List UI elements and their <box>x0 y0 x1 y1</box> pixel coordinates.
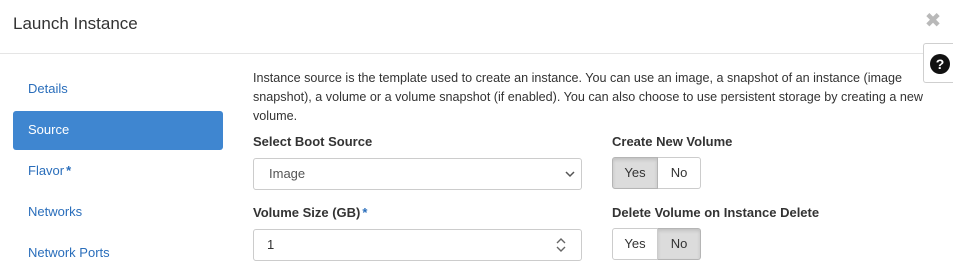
boot-source-select[interactable]: Image <box>253 158 582 190</box>
nav-item-source[interactable]: Source <box>13 111 223 150</box>
help-button[interactable]: ? <box>923 43 953 83</box>
nav-item-network-ports[interactable]: Network Ports <box>13 234 223 273</box>
delete-volume-toggle: Yes No <box>612 228 701 260</box>
nav-item-networks[interactable]: Networks <box>13 193 223 232</box>
nav-item-label: Networks <box>28 204 83 219</box>
source-description: Instance source is the template used to … <box>253 71 923 123</box>
create-volume-yes-button[interactable]: Yes <box>612 157 658 189</box>
wizard-nav: Details Source Flavor * Networks Network … <box>13 70 223 275</box>
volume-size-label: Volume Size (GB) * <box>253 205 367 220</box>
required-marker: * <box>362 205 368 220</box>
nav-item-label: Network Ports <box>28 245 110 260</box>
volume-size-label-text: Volume Size (GB) <box>253 205 361 220</box>
create-volume-no-button[interactable]: No <box>658 157 701 189</box>
spinner-arrows-icon[interactable] <box>555 237 567 253</box>
modal-header: Launch Instance ✖ <box>0 0 953 54</box>
volume-size-input[interactable]: 1 <box>253 229 582 261</box>
nav-item-flavor[interactable]: Flavor * <box>13 152 223 191</box>
nav-item-label: Flavor <box>28 163 65 178</box>
chevron-down-icon <box>565 159 575 200</box>
close-icon[interactable]: ✖ <box>924 11 942 31</box>
nav-item-label: Details <box>28 81 68 96</box>
create-new-volume-label: Create New Volume <box>612 134 733 149</box>
modal-title: Launch Instance <box>13 14 138 33</box>
nav-item-details[interactable]: Details <box>13 70 223 109</box>
boot-source-label: Select Boot Source <box>253 134 373 149</box>
nav-item-label: Source <box>28 122 70 137</box>
delete-volume-no-button[interactable]: No <box>658 228 701 260</box>
create-new-volume-toggle: Yes No <box>612 157 701 189</box>
question-circle-icon: ? <box>930 54 950 74</box>
delete-volume-label: Delete Volume on Instance Delete <box>612 205 820 220</box>
delete-volume-yes-button[interactable]: Yes <box>612 228 658 260</box>
required-marker: * <box>66 163 72 178</box>
boot-source-value: Image <box>269 166 306 181</box>
volume-size-value: 1 <box>267 237 275 252</box>
